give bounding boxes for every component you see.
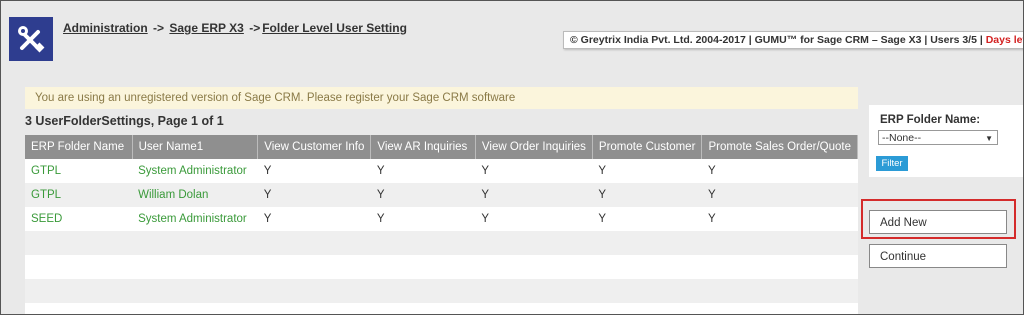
folder-name-link[interactable]: GTPL: [25, 183, 133, 207]
table-cell: Y: [370, 183, 476, 207]
column-view-ar-inquiries[interactable]: View AR Inquiries: [370, 135, 476, 159]
copyright-text: © Greytrix India Pvt. Ltd. 2004-2017 | G…: [570, 34, 983, 46]
table-cell: Y: [701, 159, 858, 183]
table-cell: Y: [475, 207, 593, 231]
table-row: GTPL William Dolan Y Y Y Y Y: [25, 183, 858, 207]
empty-row: [25, 279, 858, 303]
add-new-button[interactable]: Add New: [869, 210, 1007, 234]
empty-row: [25, 231, 858, 255]
table-row: GTPL System Administrator Y Y Y Y Y: [25, 159, 858, 183]
column-erp-folder-name[interactable]: ERP Folder Name: [25, 135, 133, 159]
column-promote-sales-order-quote[interactable]: Promote Sales Order/Quote: [701, 135, 858, 159]
folder-name-link[interactable]: SEED: [25, 207, 133, 231]
table-cell: Y: [475, 183, 593, 207]
folder-name-link[interactable]: GTPL: [25, 159, 133, 183]
select-value: --None--: [882, 132, 922, 144]
table-cell: Y: [370, 207, 476, 231]
copyright-banner: © Greytrix India Pvt. Ltd. 2004-2017 | G…: [563, 31, 1023, 49]
filter-button[interactable]: Filter: [876, 156, 908, 171]
erp-folder-name-select[interactable]: --None-- ▼: [878, 130, 998, 145]
table-cell: Y: [257, 207, 371, 231]
column-promote-customer[interactable]: Promote Customer: [592, 135, 703, 159]
erp-folder-name-label: ERP Folder Name:: [880, 114, 981, 126]
chevron-down-icon: ▼: [985, 134, 993, 143]
breadcrumb: Administration -> Sage ERP X3 -> Folder L…: [63, 21, 407, 35]
results-title: 3 UserFolderSettings, Page 1 of 1: [25, 114, 224, 128]
column-view-order-inquiries[interactable]: View Order Inquiries: [475, 135, 593, 159]
breadcrumb-administration[interactable]: Administration: [63, 21, 148, 35]
user-name-link[interactable]: System Administrator: [132, 159, 258, 183]
table-cell: Y: [592, 183, 702, 207]
user-name-link[interactable]: System Administrator: [132, 207, 258, 231]
table-cell: Y: [370, 159, 476, 183]
table-cell: Y: [592, 207, 702, 231]
table-row: SEED System Administrator Y Y Y Y Y: [25, 207, 858, 231]
column-user-name1[interactable]: User Name1: [132, 135, 259, 159]
breadcrumb-sage-erp-x3[interactable]: Sage ERP X3: [169, 21, 243, 35]
empty-row: [25, 255, 858, 279]
user-name-link[interactable]: William Dolan: [132, 183, 258, 207]
user-folder-settings-table: ERP Folder Name User Name1 View Customer…: [25, 135, 858, 314]
column-view-customer-info[interactable]: View Customer Info: [257, 135, 372, 159]
empty-row: [25, 303, 858, 314]
table-cell: Y: [592, 159, 702, 183]
tools-icon: [9, 17, 53, 61]
days-left-text: Days left: [985, 34, 1023, 46]
table-cell: Y: [257, 183, 371, 207]
breadcrumb-separator: ->: [153, 21, 165, 35]
table-header-row: ERP Folder Name User Name1 View Customer…: [25, 135, 858, 159]
table-cell: Y: [475, 159, 593, 183]
breadcrumb-folder-level-user-setting[interactable]: Folder Level User Setting: [262, 21, 407, 35]
unregistered-warning: You are using an unregistered version of…: [25, 87, 858, 109]
table-cell: Y: [701, 207, 858, 231]
breadcrumb-separator: ->: [249, 21, 261, 35]
table-cell: Y: [701, 183, 858, 207]
table-cell: Y: [257, 159, 371, 183]
app-frame: Administration -> Sage ERP X3 -> Folder L…: [0, 0, 1024, 315]
continue-button[interactable]: Continue: [869, 244, 1007, 268]
